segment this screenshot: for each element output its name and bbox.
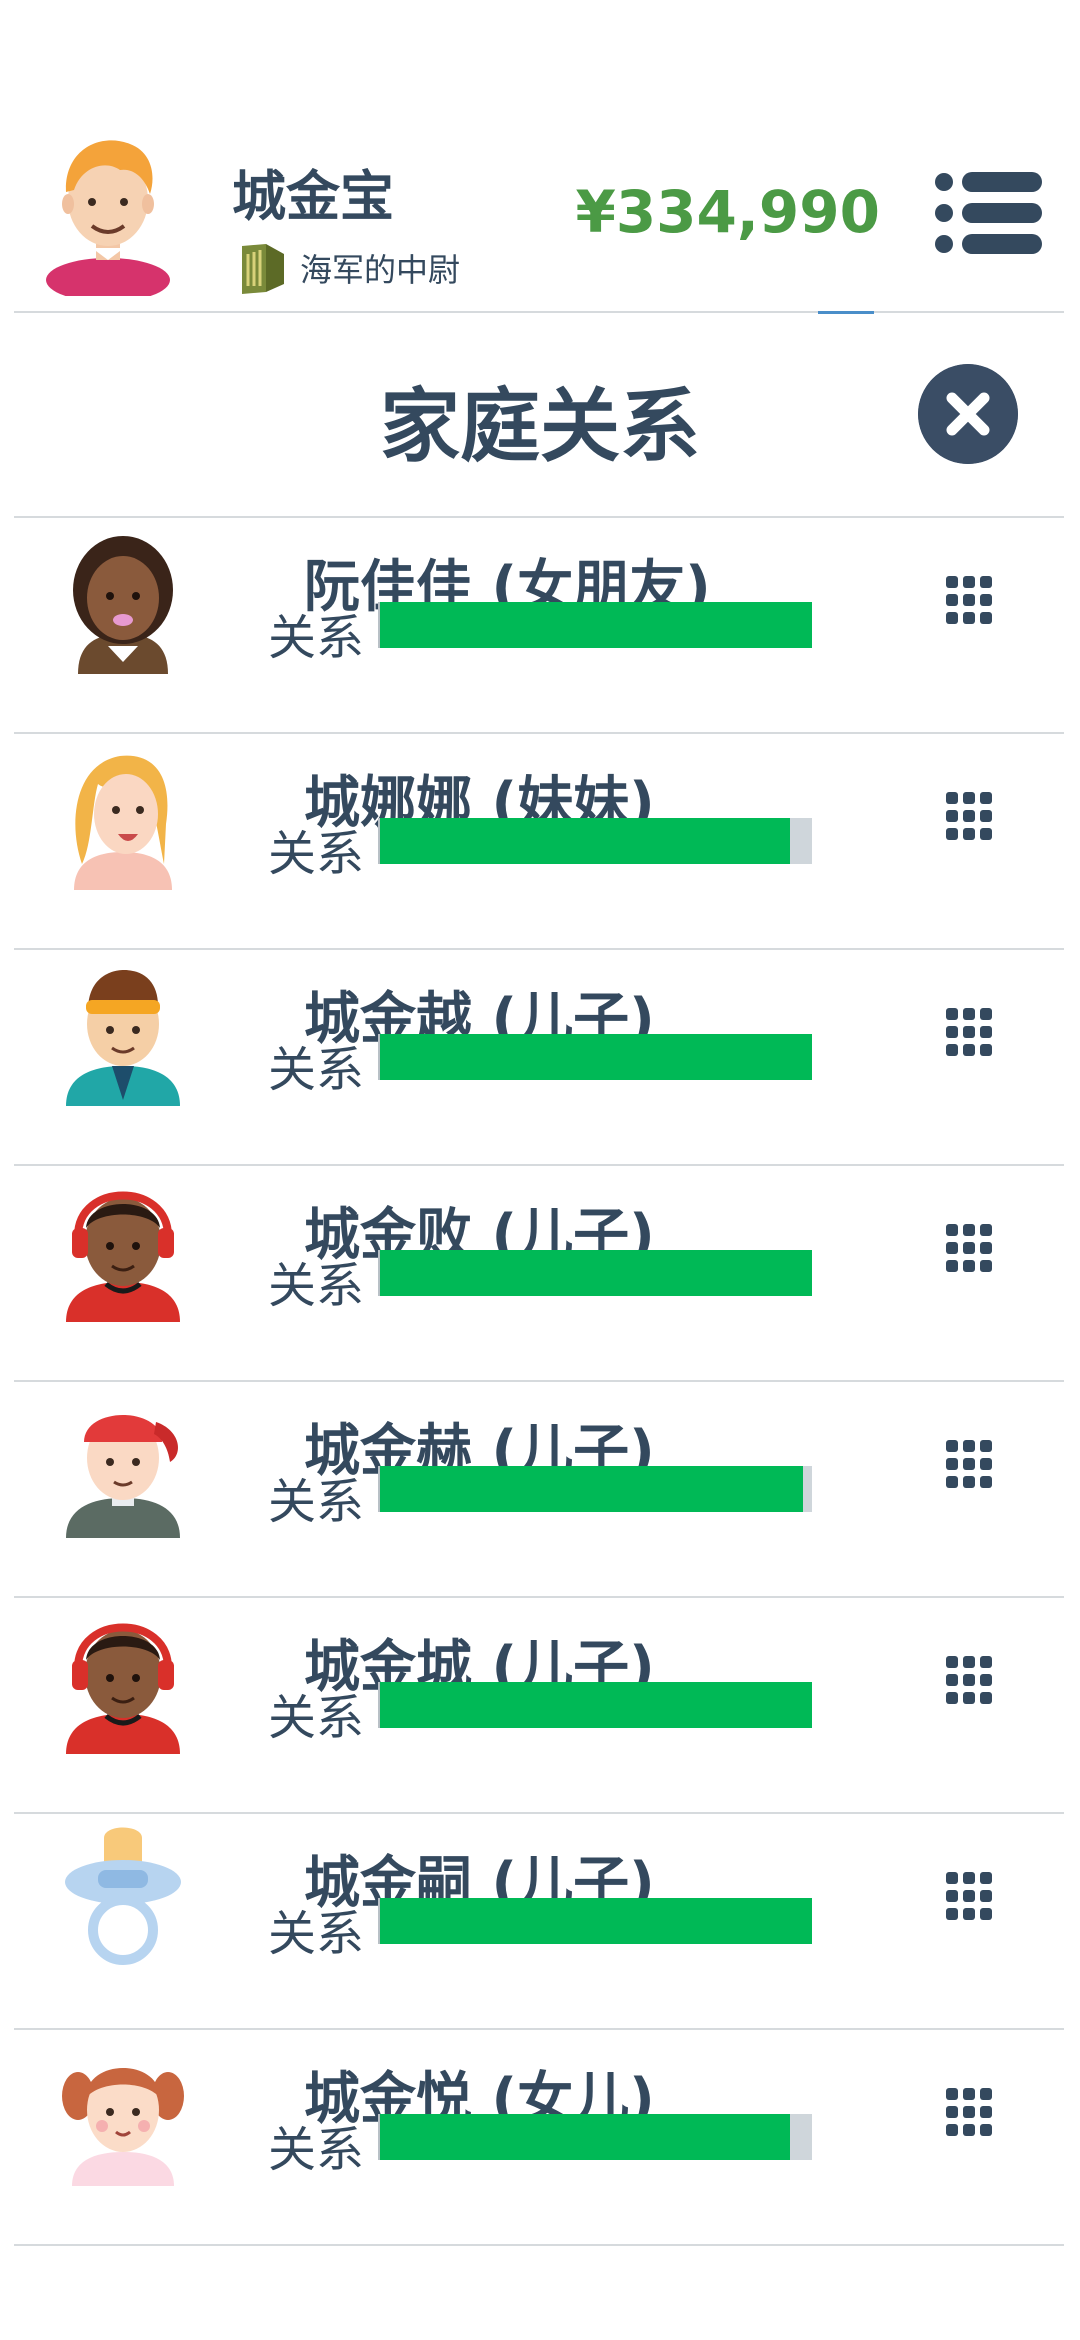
relation-bar-fill bbox=[380, 1250, 812, 1296]
relation-bar-fill bbox=[380, 602, 812, 648]
boy-headband-avatar bbox=[66, 970, 180, 1106]
relation-bar bbox=[378, 1250, 812, 1296]
relation-bar bbox=[378, 602, 812, 648]
woman-blonde-avatar bbox=[74, 755, 172, 890]
family-member-row: 城金败 (儿子) 关系 bbox=[0, 1166, 1080, 1382]
member-options-grid-icon[interactable] bbox=[944, 1866, 994, 1926]
relation-bar bbox=[378, 1466, 812, 1512]
relation-label: 关系 bbox=[268, 1042, 365, 1098]
player-name: 城金宝 bbox=[232, 165, 394, 228]
menu-list-icon[interactable] bbox=[934, 170, 1044, 256]
family-list: 阮佳佳 (女朋友) 关系 城娜娜 (妹妹) 关系 城金越 (儿子) 关系 城金败… bbox=[0, 518, 1080, 2246]
money-balance: ¥334,990 bbox=[575, 178, 880, 246]
player-avatar[interactable] bbox=[40, 130, 176, 296]
close-button[interactable] bbox=[918, 364, 1018, 464]
family-member-row: 城金悦 (女儿) 关系 bbox=[0, 2030, 1080, 2246]
relation-label: 关系 bbox=[268, 1258, 365, 1314]
player-header: 城金宝 海军的中尉 ¥334,990 bbox=[0, 0, 1080, 312]
relation-bar bbox=[378, 1898, 812, 1944]
member-options-grid-icon[interactable] bbox=[944, 786, 994, 846]
member-options-grid-icon[interactable] bbox=[944, 2082, 994, 2142]
rank-label: 海军的中尉 bbox=[300, 251, 461, 289]
relation-bar bbox=[378, 818, 812, 864]
rank-insignia-icon bbox=[242, 244, 284, 294]
relation-bar-fill bbox=[380, 1682, 812, 1728]
relation-bar-fill bbox=[380, 1898, 812, 1944]
member-options-grid-icon[interactable] bbox=[944, 1218, 994, 1278]
header-accent-line bbox=[818, 311, 874, 314]
member-options-grid-icon[interactable] bbox=[944, 1434, 994, 1494]
relation-label: 关系 bbox=[268, 1474, 365, 1530]
relation-bar-fill bbox=[380, 2114, 791, 2160]
family-member-row: 城金城 (儿子) 关系 bbox=[0, 1598, 1080, 1814]
member-options-grid-icon[interactable] bbox=[944, 1650, 994, 1710]
player-rank: 海军的中尉 bbox=[236, 238, 460, 298]
relation-bar-fill bbox=[380, 818, 791, 864]
relation-bar bbox=[378, 1682, 812, 1728]
relation-bar-fill bbox=[380, 1466, 804, 1512]
girl-pigtails-avatar bbox=[62, 2068, 184, 2186]
baby-pacifier-avatar bbox=[65, 1827, 181, 1965]
relation-label: 关系 bbox=[268, 610, 365, 666]
boy-cap-avatar bbox=[66, 1415, 180, 1538]
relation-bar bbox=[378, 1034, 812, 1080]
row-divider bbox=[14, 2244, 1064, 2246]
relation-bar bbox=[378, 2114, 812, 2160]
family-member-row: 城金越 (儿子) 关系 bbox=[0, 950, 1080, 1166]
relation-bar-fill bbox=[380, 1034, 812, 1080]
member-options-grid-icon[interactable] bbox=[944, 570, 994, 630]
boy-headphones-avatar bbox=[66, 1191, 180, 1322]
relation-label: 关系 bbox=[268, 826, 365, 882]
member-options-grid-icon[interactable] bbox=[944, 1002, 994, 1062]
family-relations-screen: 城金宝 海军的中尉 ¥334,990 家庭关系 阮佳佳 (女朋友) 关系 城娜娜… bbox=[0, 0, 1080, 2340]
relation-label: 关系 bbox=[268, 2122, 365, 2178]
relation-label: 关系 bbox=[268, 1690, 365, 1746]
family-member-row: 城娜娜 (妹妹) 关系 bbox=[0, 734, 1080, 950]
relation-label: 关系 bbox=[268, 1906, 365, 1962]
family-member-row: 城金嗣 (儿子) 关系 bbox=[0, 1814, 1080, 2030]
woman-dark-avatar bbox=[73, 536, 173, 674]
family-member-row: 城金赫 (儿子) 关系 bbox=[0, 1382, 1080, 1598]
boy-headphones-avatar bbox=[66, 1623, 180, 1754]
family-member-row: 阮佳佳 (女朋友) 关系 bbox=[0, 518, 1080, 734]
header-divider bbox=[14, 311, 1064, 313]
